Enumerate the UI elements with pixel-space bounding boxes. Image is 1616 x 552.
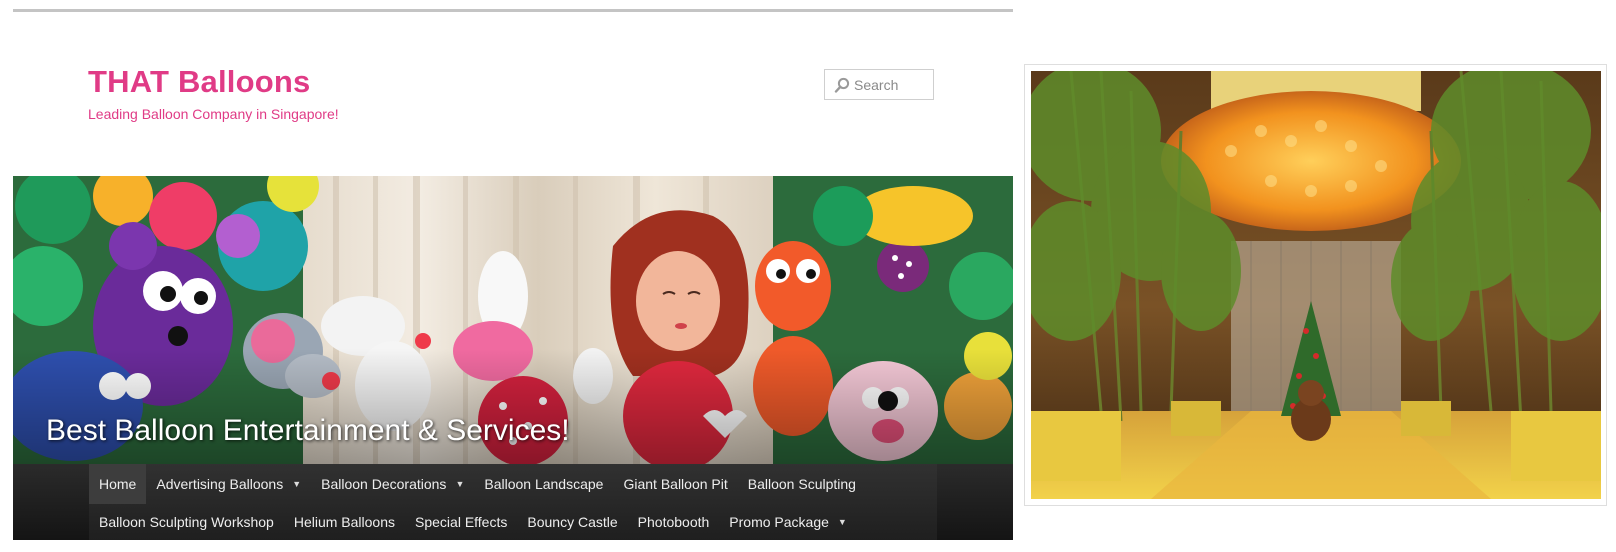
nav-item-label: Bouncy Castle xyxy=(527,514,618,530)
nav-item-balloon-decorations[interactable]: Balloon Decorations ▼ xyxy=(311,464,474,504)
nav-item-home[interactable]: Home xyxy=(89,464,147,504)
nav-item-photobooth[interactable]: Photobooth xyxy=(628,504,720,540)
nav-item-giant-balloon-pit[interactable]: Giant Balloon Pit xyxy=(613,464,737,504)
search-box[interactable] xyxy=(824,69,934,100)
site-tagline: Leading Balloon Company in Singapore! xyxy=(88,106,339,122)
site-title[interactable]: THAT Balloons xyxy=(88,64,310,100)
search-icon xyxy=(834,77,850,93)
nav-item-promo-package[interactable]: Promo Package ▼ xyxy=(719,504,857,540)
search-input[interactable] xyxy=(854,76,932,93)
nav-item-label: Balloon Sculpting Workshop xyxy=(99,514,274,530)
nav-item-label: Balloon Decorations xyxy=(321,476,447,492)
nav-item-balloon-sculpting[interactable]: Balloon Sculpting xyxy=(738,464,866,504)
nav-row-1: Home Advertising Balloons ▼ Balloon Deco… xyxy=(89,464,866,504)
nav-item-balloon-landscape[interactable]: Balloon Landscape xyxy=(474,464,613,504)
nav-item-label: Giant Balloon Pit xyxy=(623,476,728,492)
nav-item-label: Balloon Landscape xyxy=(484,476,604,492)
nav-item-bouncy-castle[interactable]: Bouncy Castle xyxy=(517,504,627,540)
header-divider xyxy=(13,9,1013,12)
main-navigation: Home Advertising Balloons ▼ Balloon Deco… xyxy=(13,464,1013,540)
nav-item-label: Helium Balloons xyxy=(293,514,396,530)
nav-item-label: Home xyxy=(99,476,137,492)
dropdown-caret-icon: ▼ xyxy=(455,479,465,489)
hotel-lobby-balloon-decoration-image[interactable] xyxy=(1031,71,1601,499)
sidebar-image-widget xyxy=(1024,64,1607,506)
nav-menu: Home Advertising Balloons ▼ Balloon Deco… xyxy=(89,464,937,540)
dropdown-caret-icon: ▼ xyxy=(292,479,302,489)
header-banner: Best Balloon Entertainment & Services! xyxy=(13,176,1013,464)
nav-item-helium-balloons[interactable]: Helium Balloons xyxy=(284,504,405,540)
dropdown-caret-icon: ▼ xyxy=(837,517,847,527)
nav-item-label: Balloon Sculpting xyxy=(747,476,856,492)
nav-item-label: Photobooth xyxy=(637,514,710,530)
nav-item-special-effects[interactable]: Special Effects xyxy=(405,504,517,540)
banner-caption: Best Balloon Entertainment & Services! xyxy=(46,414,570,447)
nav-row-2: Balloon Sculpting Workshop Helium Balloo… xyxy=(89,504,857,540)
nav-item-advertising-balloons[interactable]: Advertising Balloons ▼ xyxy=(146,464,311,504)
nav-item-balloon-sculpting-workshop[interactable]: Balloon Sculpting Workshop xyxy=(89,504,284,540)
nav-item-label: Advertising Balloons xyxy=(156,476,284,492)
nav-item-label: Special Effects xyxy=(415,514,508,530)
nav-item-label: Promo Package xyxy=(729,514,829,530)
